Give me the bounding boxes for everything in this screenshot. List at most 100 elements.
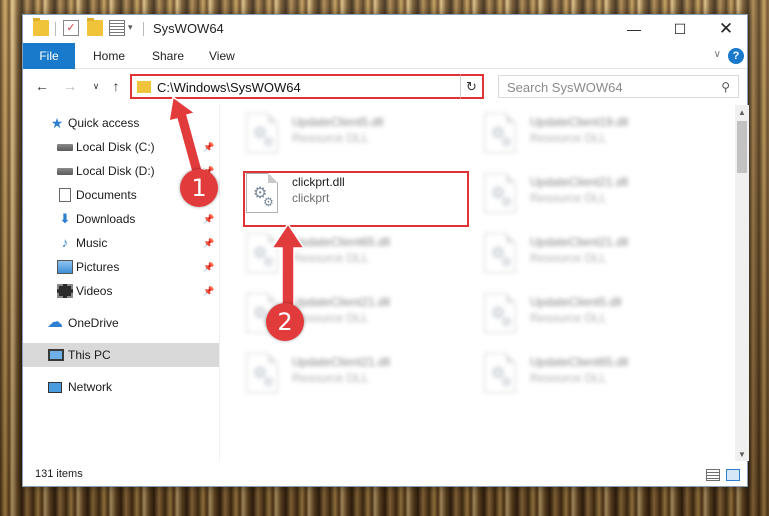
dll-file-icon: ⚙⚙ [484,353,516,393]
sidebar-item-pictures[interactable]: Pictures 📌 [23,255,219,279]
new-folder-icon[interactable] [87,18,103,36]
file-item[interactable]: ⚙ ⚙ UpdateClient5.dll Resource DLL [220,109,450,161]
search-icon: ⚲ [721,80,730,94]
tab-view[interactable]: View [209,43,235,69]
forward-button[interactable]: → [61,77,79,95]
file-item[interactable]: ⚙ ⚙ UpdateClient19.dll Resource DLL [458,109,688,161]
file-item[interactable]: ⚙ ⚙ UpdateClient65.dll Resource DLL [458,349,688,401]
file-name: clickprt.dll [292,175,345,189]
sidebar-item-label: OneDrive [68,316,119,330]
maximize-button[interactable]: ☐ [657,15,703,43]
step-2-badge: 2 [266,303,304,341]
sidebar-item-onedrive[interactable]: ☁ OneDrive [23,311,219,335]
sidebar-item-label: Pictures [76,260,120,274]
file-description: Resource DLL [292,371,369,385]
sidebar-item-label: Quick access [68,116,140,130]
recent-locations-button[interactable]: ∨ [87,77,105,95]
file-item[interactable]: ⚙⚙ UpdateClient21.dll Resource DLL [458,169,688,221]
title-bar: ✓ ▾ SysWOW64 — ☐ ✕ [23,15,747,43]
refresh-button[interactable]: ↻ [460,74,484,99]
scroll-thumb[interactable] [737,121,747,173]
file-description: clickprt [292,191,330,205]
folder-icon [33,18,49,36]
dll-file-icon: ⚙⚙ [484,173,516,213]
tab-home[interactable]: Home [93,43,125,69]
scroll-down-arrow[interactable]: ▼ [735,447,749,461]
videos-icon [57,284,73,298]
sidebar-item-label: Music [76,236,108,250]
scroll-up-arrow[interactable]: ▲ [735,105,749,119]
file-item[interactable]: ⚙⚙ UpdateClient21.dll Resource DLL [458,229,688,281]
dll-file-icon: ⚙⚙ [246,353,278,393]
close-button[interactable]: ✕ [703,15,749,43]
sidebar-item-this-pc[interactable]: This PC [23,343,219,367]
file-name: UpdateClient21.dll [292,355,391,369]
tab-share[interactable]: Share [152,43,184,69]
file-item[interactable]: ⚙⚙ UpdateClient21.dll Resource DLL [220,349,450,401]
sidebar-item-network[interactable]: Network [23,375,219,399]
properties-icon[interactable]: ✓ [63,20,79,36]
dll-file-icon: ⚙⚙ [246,173,278,213]
star-icon: ★ [50,115,64,131]
expand-ribbon-icon[interactable]: ∨ [714,49,721,60]
file-name: UpdateClient19.dll [530,115,629,129]
pin-icon[interactable]: 📌 [203,238,214,249]
documents-icon [59,188,71,202]
sidebar-item-label: Downloads [76,212,136,226]
download-icon: ⬇ [59,211,71,226]
computer-icon [48,349,64,361]
pin-icon[interactable]: 📌 [203,262,214,273]
network-icon [48,381,62,393]
tiles-view-icon[interactable] [726,469,740,481]
folder-icon [137,81,151,93]
search-input[interactable]: Search SysWOW64 ⚲ [498,75,739,98]
file-item[interactable]: ⚙ ⚙ UpdateClient65.dll Resource DLL [220,229,450,281]
sidebar-item-music[interactable]: ♪ Music 📌 [23,231,219,255]
sidebar-item-label: Local Disk (D:) [76,164,155,178]
file-name: UpdateClient21.dll [530,175,629,189]
address-path: C:\Windows\SysWOW64 [157,80,301,95]
vertical-scrollbar[interactable]: ▲ ▼ [735,105,749,461]
file-item-clickprt[interactable]: ⚙ ⚙ clickprt.dll clickprt [220,169,450,221]
file-description: Resource DLL [530,131,607,145]
up-button[interactable]: ↑ [107,77,125,95]
sidebar-item-label: This PC [68,348,111,362]
status-bar: 131 items [23,464,747,486]
sidebar-item-label: Videos [76,284,113,298]
file-description: Resource DLL [530,191,607,205]
sidebar-item-label: Documents [76,188,137,202]
back-button[interactable]: ← [33,77,51,95]
sidebar-item-label: Network [68,380,113,394]
divider [55,22,56,36]
sidebar-item-downloads[interactable]: ⬇ Downloads 📌 [23,207,219,231]
drive-icon [57,144,73,151]
customize-toolbar-icon[interactable] [109,20,125,36]
tab-file[interactable]: File [23,43,75,69]
divider [143,22,144,36]
file-item[interactable]: ⚙ ⚙ UpdateClient5.dll Resource DLL [458,289,688,341]
file-description: Resource DLL [530,371,607,385]
details-view-icon[interactable] [706,469,720,481]
dll-file-icon: ⚙⚙ [484,233,516,273]
pin-icon[interactable]: 📌 [203,214,214,225]
minimize-button[interactable]: — [611,15,657,43]
file-explorer-window: ✓ ▾ SysWOW64 — ☐ ✕ File Home Share View … [22,14,749,487]
file-name: UpdateClient21.dll [530,235,629,249]
pin-icon[interactable]: 📌 [203,286,214,297]
file-name: UpdateClient5.dll [530,295,622,309]
search-placeholder: Search SysWOW64 [507,80,623,95]
file-description: Resource DLL [292,131,369,145]
help-icon[interactable]: ? [728,48,744,64]
navigation-bar: ← → ∨ ↑ C:\Windows\SysWOW64 ∨ ↻ Search S… [23,70,747,102]
annotation-arrow-2 [270,222,306,309]
chevron-down-icon[interactable]: ▾ [128,22,133,33]
pictures-icon [57,260,73,274]
drive-icon [57,168,73,175]
window-title: SysWOW64 [153,21,224,36]
file-item[interactable]: ⚙⚙ UpdateClient21.dll Resource DLL [220,289,450,341]
file-description: Resource DLL [530,251,607,265]
sidebar-item-label: Local Disk (C:) [76,140,155,154]
sidebar-item-videos[interactable]: Videos 📌 [23,279,219,303]
dll-file-icon: ⚙⚙ [246,113,278,153]
file-description: Resource DLL [530,311,607,325]
